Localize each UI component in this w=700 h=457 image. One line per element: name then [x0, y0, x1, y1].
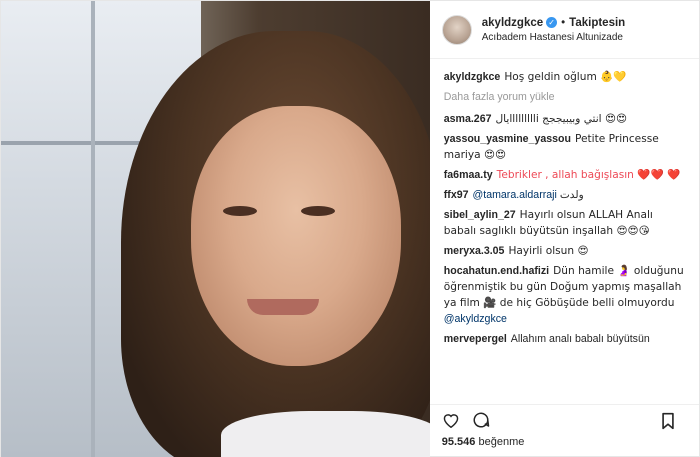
comment-username[interactable]: hocahatun.end.hafizi	[444, 265, 549, 277]
instagram-post: akyldzgkce ✓ • Takiptesin Acıbadem Hasta…	[0, 0, 700, 457]
comment-item: hocahatun.end.hafizi Dün hamile 🤰 olduğun…	[444, 263, 687, 327]
likes-count[interactable]: 95.546 beğenme	[430, 434, 699, 457]
bookmark-icon[interactable]	[657, 410, 679, 432]
shirt	[221, 411, 430, 457]
avatar[interactable]	[441, 14, 472, 45]
separator-dot: •	[561, 16, 566, 29]
caption: akyldzgkce Hoş geldin oğlum 👶💛	[444, 69, 687, 85]
caption-text: Hoş geldin oğlum 👶💛	[504, 71, 627, 83]
comment-mention-link[interactable]: @tamara.aldarraji	[473, 189, 557, 201]
comment-item: yassou_yasmine_yassou Petite Princesse ma…	[444, 131, 687, 163]
face	[191, 106, 401, 366]
comment-text: Tebrikler , allah bağışlasın ❤️❤️ ❤️	[496, 169, 681, 181]
comment-text: Hayirli olsun 😍	[508, 245, 589, 257]
mouth	[247, 299, 319, 315]
comment-bubble-icon[interactable]	[470, 409, 492, 431]
comment-item: asma.267 يالllllllllli انتي وبيبيججج 😍😍	[444, 111, 687, 127]
header-row: akyldzgkce ✓ • Takiptesin	[482, 17, 625, 29]
post-header: akyldzgkce ✓ • Takiptesin Acıbadem Hasta…	[429, 1, 699, 59]
comment-username[interactable]: fa6maa.ty	[444, 169, 493, 181]
comments-list: akyldzgkce Hoş geldin oğlum 👶💛 Daha fazla…	[430, 59, 699, 404]
load-more-comments-button[interactable]: Daha fazla yorum yükle	[444, 89, 687, 105]
comment-item: fa6maa.ty Tebrikler , allah bağışlasın ❤️…	[444, 167, 687, 183]
comment-mention-link[interactable]: @akyldzgkce	[444, 313, 507, 325]
comment-username[interactable]: mervepergel	[444, 333, 507, 345]
comment-item: meryxa.3.05 Hayirli olsun 😍	[444, 243, 687, 259]
comment-username[interactable]: yassou_yasmine_yassou	[444, 133, 571, 145]
verified-badge-icon: ✓	[546, 17, 558, 28]
header-info: akyldzgkce ✓ • Takiptesin Acıbadem Hasta…	[482, 17, 625, 43]
caption-username[interactable]: akyldzgkce	[444, 71, 501, 83]
comment-text: Allahım analı babalı büyütsün	[510, 333, 650, 345]
right-eye	[301, 206, 335, 216]
post-photo[interactable]	[1, 1, 430, 457]
comment-item: mervepergel Allahım analı babalı büyütsün	[444, 331, 687, 347]
likes-label: beğenme	[478, 436, 525, 448]
left-eye	[223, 206, 257, 216]
post-sidebar: akyldzgkce ✓ • Takiptesin Acıbadem Hasta…	[429, 1, 699, 457]
likes-number: 95.546	[441, 436, 476, 448]
comment-text: ولدت	[556, 189, 584, 201]
like-heart-icon[interactable]	[440, 409, 462, 431]
action-bar	[429, 404, 699, 434]
comment-username[interactable]: asma.267	[444, 113, 492, 125]
follow-status-button[interactable]: Takiptesin	[569, 17, 625, 29]
header-username[interactable]: akyldzgkce	[482, 17, 543, 29]
location-link[interactable]: Acıbadem Hastanesi Altunizade	[482, 32, 625, 43]
window-frame-vertical	[91, 1, 95, 457]
comment-text: يالllllllllli انتي وبيبيججج 😍😍	[495, 113, 628, 125]
comment-username[interactable]: sibel_aylin_27	[444, 209, 516, 221]
comment-username[interactable]: ffx97	[444, 189, 469, 201]
comment-item: sibel_aylin_27 Hayırlı olsun ALLAH Analı …	[444, 207, 687, 239]
comment-item: ffx97 @tamara.aldarraji ولدت	[444, 187, 687, 203]
comment-username[interactable]: meryxa.3.05	[444, 245, 505, 257]
